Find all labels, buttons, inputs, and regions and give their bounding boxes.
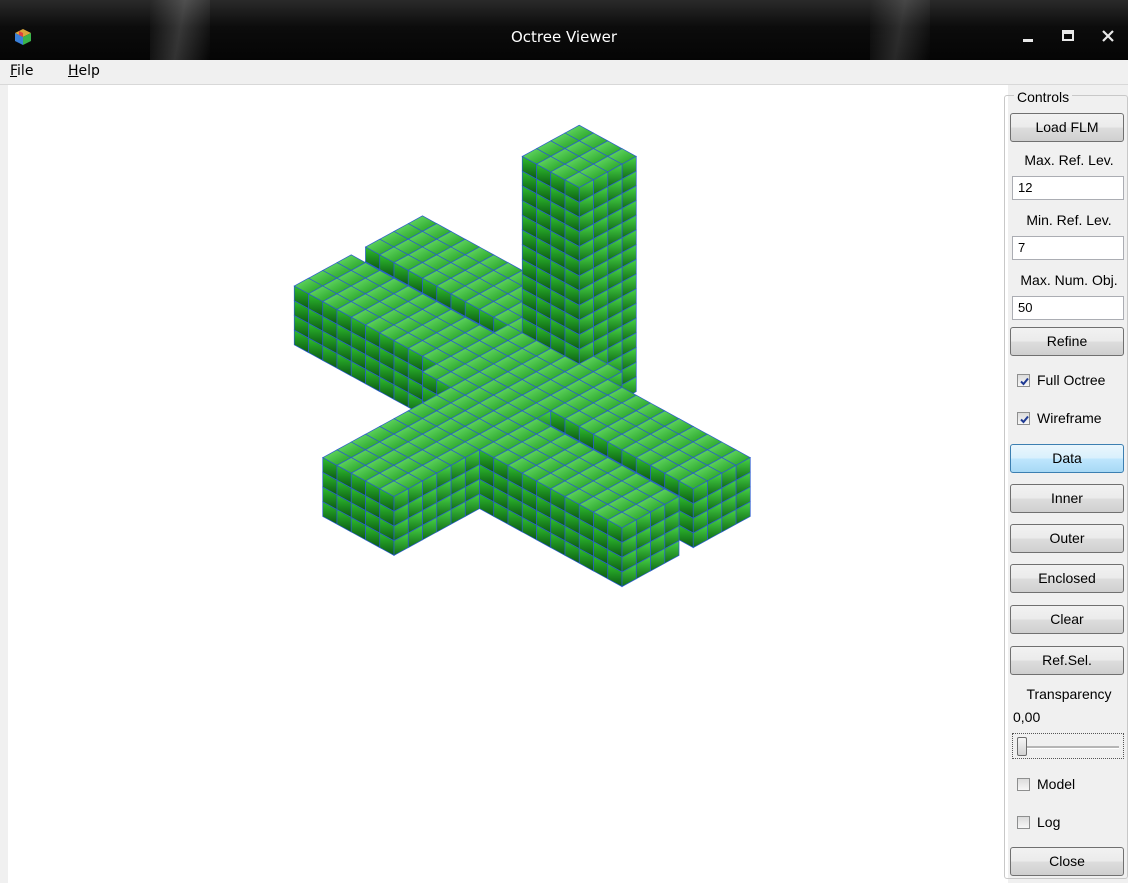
max-ref-lev-input[interactable]: 12 xyxy=(1012,176,1124,200)
close-window-button[interactable] xyxy=(1088,22,1128,50)
controls-group-title: Controls xyxy=(1014,89,1073,105)
clear-button[interactable]: Clear xyxy=(1010,605,1124,634)
menu-file[interactable]: File xyxy=(10,63,33,79)
app-window: Octree Viewer File Help xyxy=(0,0,1128,883)
data-button[interactable]: Data xyxy=(1010,444,1124,473)
close-button[interactable]: Close xyxy=(1010,847,1124,876)
max-ref-lev-label: Max. Ref. Lev. xyxy=(1024,152,1114,168)
model-checkbox[interactable]: Model xyxy=(1017,776,1127,796)
wireframe-checkbox[interactable]: Wireframe xyxy=(1017,410,1127,430)
checkmark-icon xyxy=(1020,415,1029,424)
inner-button[interactable]: Inner xyxy=(1010,484,1124,513)
min-ref-lev-label: Min. Ref. Lev. xyxy=(1026,212,1112,228)
minimize-icon xyxy=(1023,39,1033,42)
transparency-label: Transparency xyxy=(1026,686,1112,702)
transparency-slider[interactable] xyxy=(1012,733,1124,759)
transparency-value: 0,00 xyxy=(1013,709,1041,725)
menu-bar: File Help xyxy=(0,60,1128,85)
model-label: Model xyxy=(1037,776,1076,792)
log-label: Log xyxy=(1037,814,1061,830)
title-bar[interactable]: Octree Viewer xyxy=(0,0,1128,60)
voxel-model xyxy=(293,124,751,588)
refine-button[interactable]: Refine xyxy=(1010,327,1124,356)
checkbox-box xyxy=(1017,816,1030,829)
menu-file-accel: F xyxy=(10,63,18,79)
checkbox-box xyxy=(1017,412,1030,425)
full-octree-label: Full Octree xyxy=(1037,372,1106,388)
enclosed-button[interactable]: Enclosed xyxy=(1010,564,1124,593)
outer-button[interactable]: Outer xyxy=(1010,524,1124,553)
menu-help-label: elp xyxy=(78,63,100,79)
max-num-obj-label: Max. Num. Obj. xyxy=(1020,272,1118,288)
checkbox-box xyxy=(1017,778,1030,791)
window-title: Octree Viewer xyxy=(511,28,617,46)
full-octree-checkbox[interactable]: Full Octree xyxy=(1017,372,1127,392)
min-ref-lev-input[interactable]: 7 xyxy=(1012,236,1124,260)
checkbox-box xyxy=(1017,374,1030,387)
close-icon xyxy=(1102,30,1114,42)
minimize-button[interactable] xyxy=(1008,22,1048,50)
checkmark-icon xyxy=(1020,377,1029,386)
log-checkbox[interactable]: Log xyxy=(1017,814,1127,834)
octree-3d-viewport[interactable] xyxy=(8,85,1008,883)
maximize-icon xyxy=(1062,30,1074,41)
load-flm-button[interactable]: Load FLM xyxy=(1010,113,1124,142)
max-num-obj-input[interactable]: 50 xyxy=(1012,296,1124,320)
menu-help[interactable]: Help xyxy=(68,63,100,79)
slider-track xyxy=(1017,746,1119,749)
slider-thumb[interactable] xyxy=(1017,737,1027,756)
wireframe-label: Wireframe xyxy=(1037,410,1102,426)
maximize-button[interactable] xyxy=(1048,22,1088,50)
menu-help-accel: H xyxy=(68,63,79,79)
voxel-group xyxy=(293,124,751,588)
ref-sel-button[interactable]: Ref.Sel. xyxy=(1010,646,1124,675)
menu-file-label: ile xyxy=(17,63,34,79)
